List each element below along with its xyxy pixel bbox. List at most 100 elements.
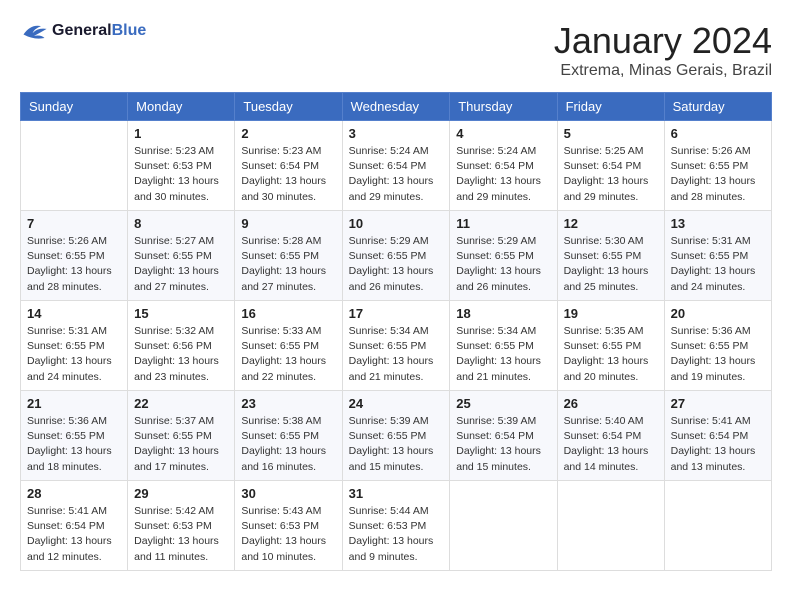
day-number: 18 [456, 306, 550, 321]
day-info: Sunrise: 5:23 AM Sunset: 6:53 PM Dayligh… [134, 144, 228, 205]
calendar-cell: 17Sunrise: 5:34 AM Sunset: 6:55 PM Dayli… [342, 301, 450, 391]
calendar-cell: 10 Sunrise: 5:29 AM Sunset: 6:55 PM Dayli… [342, 211, 450, 301]
day-number: 4 [456, 126, 550, 141]
day-number: 17 [349, 306, 444, 321]
day-number: 25 [456, 396, 550, 411]
day-info: Sunrise: 5:24 AM Sunset: 6:54 PM Dayligh… [349, 144, 444, 205]
calendar-cell: 25 Sunrise: 5:39 AM Sunset: 6:54 PM Dayli… [450, 391, 557, 481]
day-number: 19 [564, 306, 658, 321]
day-info: Sunrise: 5:28 AM Sunset: 6:55 PM Dayligh… [241, 234, 335, 295]
day-number: 10 [349, 216, 444, 231]
day-info: Sunrise: 5:41 AM Sunset: 6:54 PM Dayligh… [27, 504, 121, 565]
day-number: 15 [134, 306, 228, 321]
day-info: Sunrise: 5:31 AM Sunset: 6:55 PM Dayligh… [27, 324, 121, 385]
logo: GeneralBlue [20, 20, 146, 42]
month-title: January 2024 [554, 20, 772, 62]
day-number: 1 [134, 126, 228, 141]
day-number: 29 [134, 486, 228, 501]
day-info: Sunrise: 5:26 AM Sunset: 6:55 PM Dayligh… [27, 234, 121, 295]
header-day-monday: Monday [128, 93, 235, 121]
location-subtitle: Extrema, Minas Gerais, Brazil [554, 62, 772, 80]
day-info: Sunrise: 5:25 AM Sunset: 6:54 PM Dayligh… [564, 144, 658, 205]
calendar-body: 1 Sunrise: 5:23 AM Sunset: 6:53 PM Daylig… [21, 121, 772, 571]
calendar-cell [664, 481, 771, 571]
day-number: 23 [241, 396, 335, 411]
day-info: Sunrise: 5:39 AM Sunset: 6:54 PM Dayligh… [456, 414, 550, 475]
day-info: Sunrise: 5:36 AM Sunset: 6:55 PM Dayligh… [671, 324, 765, 385]
day-info: Sunrise: 5:31 AM Sunset: 6:55 PM Dayligh… [671, 234, 765, 295]
day-number: 5 [564, 126, 658, 141]
calendar-cell: 20 Sunrise: 5:36 AM Sunset: 6:55 PM Dayli… [664, 301, 771, 391]
calendar-cell: 5 Sunrise: 5:25 AM Sunset: 6:54 PM Daylig… [557, 121, 664, 211]
calendar-cell: 2 Sunrise: 5:23 AM Sunset: 6:54 PM Daylig… [235, 121, 342, 211]
calendar-cell: 28 Sunrise: 5:41 AM Sunset: 6:54 PM Dayli… [21, 481, 128, 571]
day-number: 21 [27, 396, 121, 411]
day-number: 8 [134, 216, 228, 231]
calendar-cell [450, 481, 557, 571]
calendar-cell: 16Sunrise: 5:33 AM Sunset: 6:55 PM Dayli… [235, 301, 342, 391]
day-info: Sunrise: 5:29 AM Sunset: 6:55 PM Dayligh… [456, 234, 550, 295]
header-day-sunday: Sunday [21, 93, 128, 121]
calendar-cell: 24Sunrise: 5:39 AM Sunset: 6:55 PM Dayli… [342, 391, 450, 481]
day-number: 14 [27, 306, 121, 321]
calendar-cell: 1 Sunrise: 5:23 AM Sunset: 6:53 PM Daylig… [128, 121, 235, 211]
day-info: Sunrise: 5:38 AM Sunset: 6:55 PM Dayligh… [241, 414, 335, 475]
day-number: 16 [241, 306, 335, 321]
calendar-cell: 14 Sunrise: 5:31 AM Sunset: 6:55 PM Dayli… [21, 301, 128, 391]
day-info: Sunrise: 5:27 AM Sunset: 6:55 PM Dayligh… [134, 234, 228, 295]
header-row: SundayMondayTuesdayWednesdayThursdayFrid… [21, 93, 772, 121]
calendar-cell [557, 481, 664, 571]
day-info: Sunrise: 5:34 AM Sunset: 6:55 PM Dayligh… [456, 324, 550, 385]
day-number: 2 [241, 126, 335, 141]
day-number: 28 [27, 486, 121, 501]
page-header: GeneralBlue January 2024 Extrema, Minas … [20, 20, 772, 80]
day-number: 6 [671, 126, 765, 141]
week-row-4: 21Sunrise: 5:36 AM Sunset: 6:55 PM Dayli… [21, 391, 772, 481]
day-number: 26 [564, 396, 658, 411]
calendar-cell: 29 Sunrise: 5:42 AM Sunset: 6:53 PM Dayli… [128, 481, 235, 571]
header-day-saturday: Saturday [664, 93, 771, 121]
calendar-cell: 13 Sunrise: 5:31 AM Sunset: 6:55 PM Dayli… [664, 211, 771, 301]
header-day-wednesday: Wednesday [342, 93, 450, 121]
calendar-cell: 8 Sunrise: 5:27 AM Sunset: 6:55 PM Daylig… [128, 211, 235, 301]
header-day-friday: Friday [557, 93, 664, 121]
week-row-2: 7Sunrise: 5:26 AM Sunset: 6:55 PM Daylig… [21, 211, 772, 301]
calendar-cell [21, 121, 128, 211]
day-number: 31 [349, 486, 444, 501]
day-info: Sunrise: 5:35 AM Sunset: 6:55 PM Dayligh… [564, 324, 658, 385]
day-info: Sunrise: 5:32 AM Sunset: 6:56 PM Dayligh… [134, 324, 228, 385]
day-info: Sunrise: 5:37 AM Sunset: 6:55 PM Dayligh… [134, 414, 228, 475]
day-info: Sunrise: 5:23 AM Sunset: 6:54 PM Dayligh… [241, 144, 335, 205]
calendar-cell: 22 Sunrise: 5:37 AM Sunset: 6:55 PM Dayli… [128, 391, 235, 481]
day-number: 22 [134, 396, 228, 411]
day-info: Sunrise: 5:43 AM Sunset: 6:53 PM Dayligh… [241, 504, 335, 565]
day-info: Sunrise: 5:42 AM Sunset: 6:53 PM Dayligh… [134, 504, 228, 565]
calendar-header: SundayMondayTuesdayWednesdayThursdayFrid… [21, 93, 772, 121]
day-number: 12 [564, 216, 658, 231]
logo-text: GeneralBlue [52, 22, 146, 40]
calendar-cell: 21Sunrise: 5:36 AM Sunset: 6:55 PM Dayli… [21, 391, 128, 481]
day-number: 9 [241, 216, 335, 231]
calendar-cell: 31 Sunrise: 5:44 AM Sunset: 6:53 PM Dayli… [342, 481, 450, 571]
day-number: 30 [241, 486, 335, 501]
day-number: 13 [671, 216, 765, 231]
calendar-cell: 7Sunrise: 5:26 AM Sunset: 6:55 PM Daylig… [21, 211, 128, 301]
calendar-cell: 27Sunrise: 5:41 AM Sunset: 6:54 PM Dayli… [664, 391, 771, 481]
day-info: Sunrise: 5:26 AM Sunset: 6:55 PM Dayligh… [671, 144, 765, 205]
day-number: 27 [671, 396, 765, 411]
day-info: Sunrise: 5:39 AM Sunset: 6:55 PM Dayligh… [349, 414, 444, 475]
calendar-cell: 15 Sunrise: 5:32 AM Sunset: 6:56 PM Dayli… [128, 301, 235, 391]
calendar-cell: 19 Sunrise: 5:35 AM Sunset: 6:55 PM Dayli… [557, 301, 664, 391]
calendar-cell: 30 Sunrise: 5:43 AM Sunset: 6:53 PM Dayli… [235, 481, 342, 571]
day-number: 11 [456, 216, 550, 231]
week-row-3: 14 Sunrise: 5:31 AM Sunset: 6:55 PM Dayli… [21, 301, 772, 391]
week-row-1: 1 Sunrise: 5:23 AM Sunset: 6:53 PM Daylig… [21, 121, 772, 211]
day-info: Sunrise: 5:29 AM Sunset: 6:55 PM Dayligh… [349, 234, 444, 295]
calendar-cell: 23 Sunrise: 5:38 AM Sunset: 6:55 PM Dayli… [235, 391, 342, 481]
day-info: Sunrise: 5:44 AM Sunset: 6:53 PM Dayligh… [349, 504, 444, 565]
week-row-5: 28 Sunrise: 5:41 AM Sunset: 6:54 PM Dayli… [21, 481, 772, 571]
day-number: 3 [349, 126, 444, 141]
calendar-cell: 6 Sunrise: 5:26 AM Sunset: 6:55 PM Daylig… [664, 121, 771, 211]
calendar-cell: 4Sunrise: 5:24 AM Sunset: 6:54 PM Daylig… [450, 121, 557, 211]
day-number: 20 [671, 306, 765, 321]
